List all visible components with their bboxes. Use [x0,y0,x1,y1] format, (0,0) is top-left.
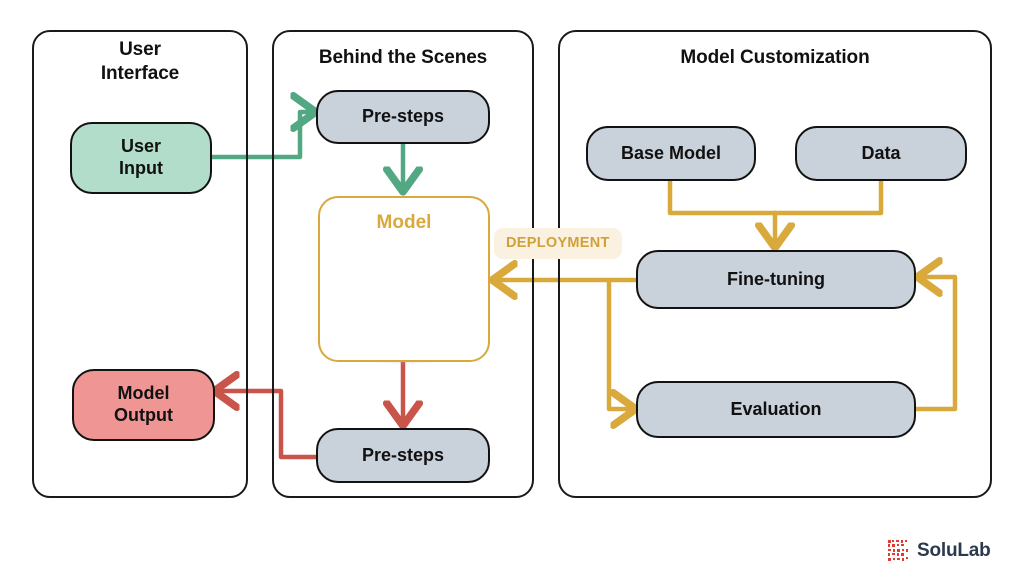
panel-behind-the-scenes-title: Behind the Scenes [272,46,534,70]
deployment-badge: DEPLOYMENT [494,228,622,259]
node-label: Pre-steps [361,106,445,127]
node-label: Data [861,142,901,163]
node-data[interactable]: Data [795,126,967,181]
deployment-badge-label: DEPLOYMENT [506,235,610,251]
solulab-logo-text: SoluLab [917,540,991,561]
panel-title-line: Behind the Scenes [318,47,488,68]
node-label-line: User [120,136,161,157]
panel-user-interface-title: User Interface [32,38,248,86]
node-evaluation[interactable]: Evaluation [636,381,916,438]
node-label: Base Model [620,142,722,163]
solulab-qr-mark-icon [888,540,908,561]
node-pre-steps-top[interactable]: Pre-steps [316,90,490,144]
node-pre-steps-bottom[interactable]: Pre-steps [316,428,490,483]
solulab-logo: SoluLab [888,540,991,562]
node-fine-tuning[interactable]: Fine-tuning [636,250,916,309]
model-card[interactable]: Model [318,196,490,362]
diagram-canvas: User Interface Behind the Scenes Model C… [0,0,1024,576]
panel-model-customization-title: Model Customization [558,46,992,70]
node-label: Pre-steps [361,444,445,465]
node-label: Evaluation [730,398,822,419]
panel-title-line: Interface [100,62,180,84]
node-model-output[interactable]: Model Output [72,369,215,441]
panel-title-line: User [119,39,161,60]
panel-title-line: Model Customization [680,47,870,68]
node-user-input[interactable]: User Input [70,122,212,194]
node-label-line: Model [117,383,170,404]
node-label-line: Input [119,158,163,178]
model-card-title: Model [376,212,432,233]
node-label-line: Output [114,405,173,425]
node-label: Fine-tuning [727,268,825,289]
node-base-model[interactable]: Base Model [586,126,756,181]
